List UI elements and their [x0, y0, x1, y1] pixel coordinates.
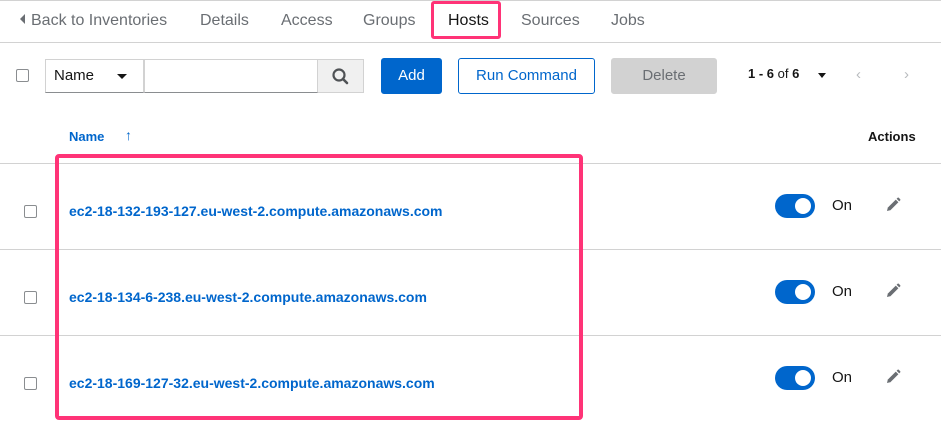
- previous-page-icon[interactable]: ‹: [856, 66, 861, 83]
- column-header-actions: Actions: [868, 129, 916, 144]
- caret-left-icon: [20, 14, 25, 24]
- pagination-total: 6: [792, 66, 800, 81]
- pencil-icon[interactable]: [884, 282, 902, 300]
- filter-attribute-select[interactable]: Name: [45, 59, 144, 93]
- select-all-checkbox[interactable]: [16, 69, 29, 82]
- caret-down-icon: [117, 74, 127, 79]
- toggle-knob: [795, 370, 811, 386]
- search-icon: [332, 68, 349, 85]
- tab-bar: Back to Inventories Details Access Group…: [0, 0, 941, 43]
- pencil-icon[interactable]: [884, 196, 902, 214]
- toggle-knob: [795, 198, 811, 214]
- search-field[interactable]: [144, 59, 318, 93]
- enabled-toggle[interactable]: [775, 280, 815, 304]
- toggle-state-label: On: [832, 197, 853, 214]
- pagination-toggle[interactable]: 1 - 6 of 6: [748, 66, 799, 81]
- tab-jobs[interactable]: Jobs: [611, 0, 645, 42]
- tab-access[interactable]: Access: [281, 0, 333, 42]
- search-button[interactable]: [318, 59, 364, 93]
- hosts-tab-highlight: [431, 1, 501, 39]
- column-header-name[interactable]: Name: [69, 129, 104, 144]
- toggle-state-label: On: [832, 283, 853, 300]
- pencil-icon[interactable]: [884, 368, 902, 386]
- pagination-caret-down-icon[interactable]: [818, 73, 826, 78]
- tab-groups[interactable]: Groups: [363, 0, 415, 42]
- back-to-inventories-link[interactable]: Back to Inventories: [20, 0, 167, 42]
- pagination-range: 1 - 6: [748, 66, 775, 81]
- row-checkbox[interactable]: [24, 377, 37, 390]
- row-checkbox[interactable]: [24, 291, 37, 304]
- next-page-icon[interactable]: ›: [904, 66, 909, 83]
- toggle-state-label: On: [832, 369, 853, 386]
- filter-attribute-value: Name: [54, 67, 95, 84]
- add-button[interactable]: Add: [381, 58, 442, 94]
- toggle-knob: [795, 284, 811, 300]
- hosts-list-highlight: [55, 154, 583, 420]
- run-command-button[interactable]: Run Command: [458, 58, 595, 94]
- back-link-label: Back to Inventories: [31, 12, 168, 29]
- row-checkbox[interactable]: [24, 205, 37, 218]
- delete-button[interactable]: Delete: [611, 58, 717, 94]
- enabled-toggle[interactable]: [775, 194, 815, 218]
- tab-sources[interactable]: Sources: [521, 0, 580, 42]
- enabled-toggle[interactable]: [775, 366, 815, 390]
- up-arrow-icon[interactable]: ↑: [125, 127, 132, 143]
- search-input[interactable]: [151, 61, 315, 93]
- pagination-of: of: [777, 66, 789, 81]
- tab-details[interactable]: Details: [200, 0, 249, 42]
